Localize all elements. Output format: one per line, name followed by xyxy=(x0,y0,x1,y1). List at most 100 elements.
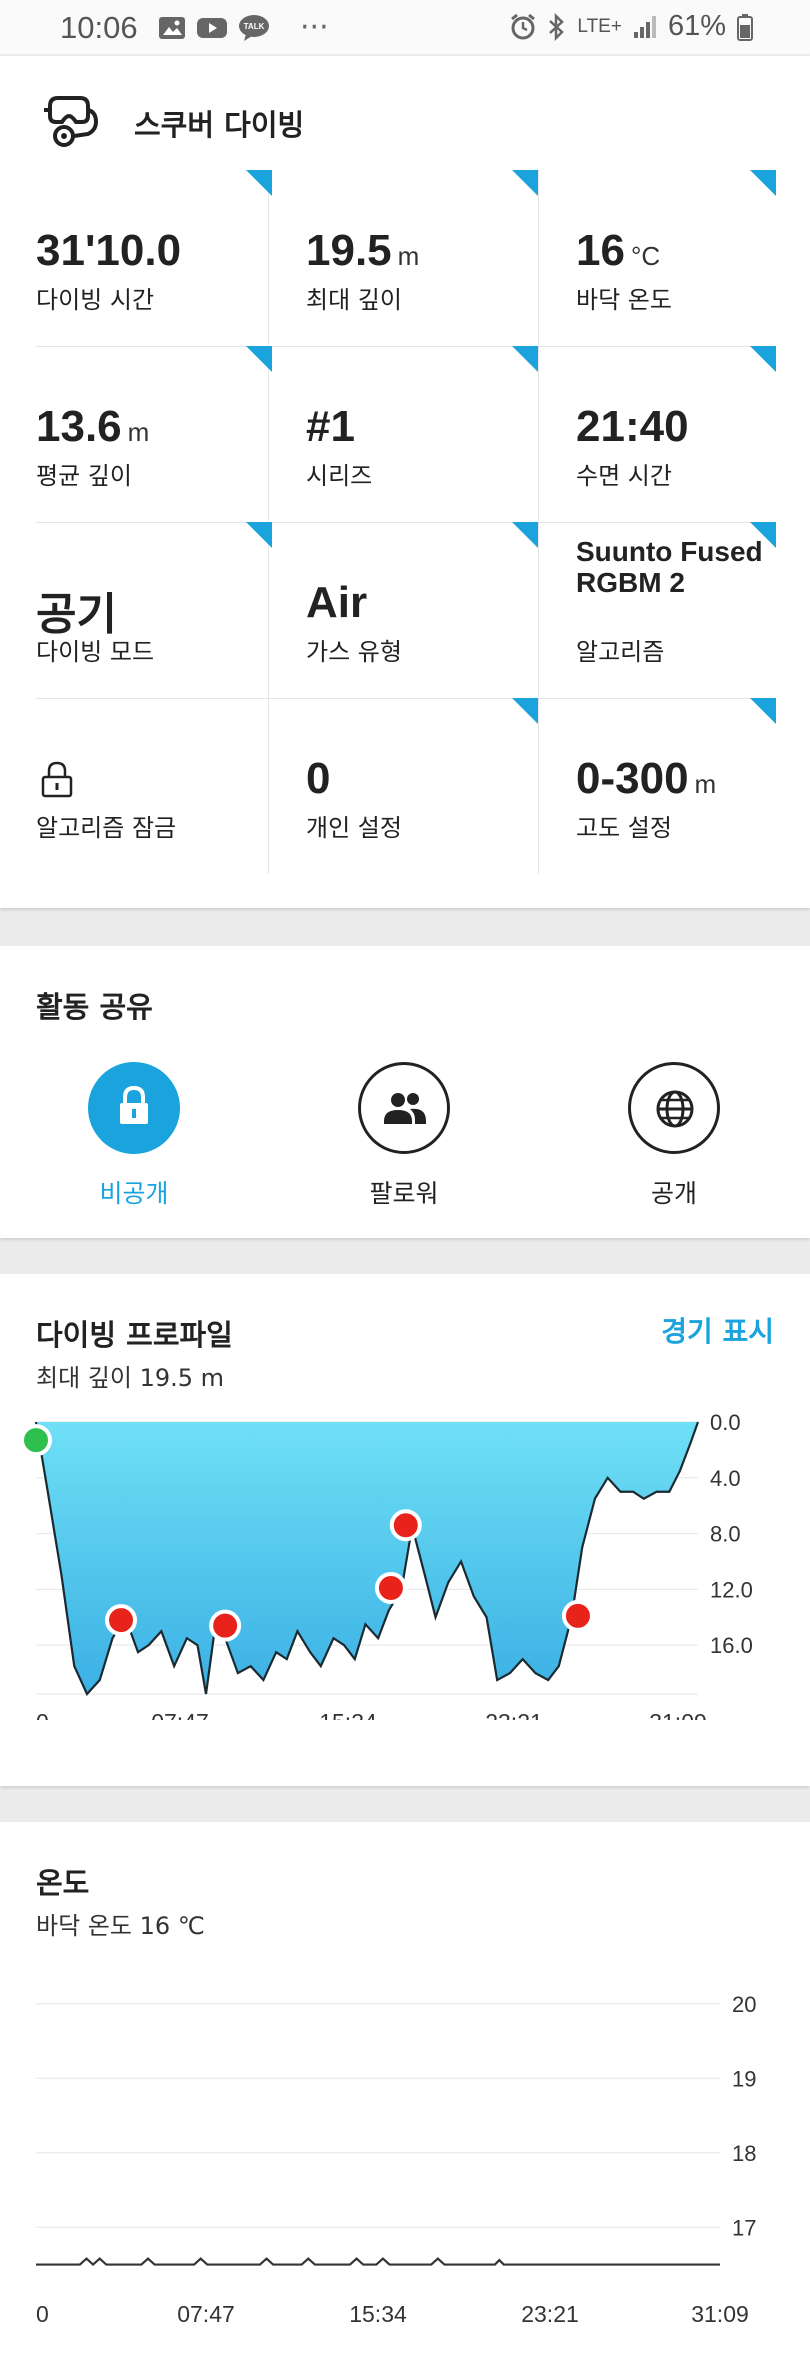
stat-unit: m xyxy=(694,769,717,799)
stat-value: 21:40 xyxy=(576,402,689,451)
stat-algorithm[interactable]: Suunto Fused RGBM 2 알고리즘 xyxy=(576,522,776,698)
battery-percent: 61% xyxy=(667,10,726,42)
edit-corner-icon xyxy=(512,522,538,548)
edit-corner-icon xyxy=(246,522,272,548)
alarm-icon xyxy=(511,13,536,39)
stat-altitude-setting[interactable]: 0-300 m 고도 설정 xyxy=(576,698,776,874)
stat-label: 알고리즘 xyxy=(576,638,665,666)
share-option-public[interactable]: 공개 xyxy=(584,1062,764,1208)
temperature-chart[interactable]: 20 19 18 17 0 07:47 15:34 23:21 31:09 xyxy=(0,1948,810,2368)
stat-algorithm-lock[interactable]: 알고리즘 잠금 xyxy=(36,698,268,874)
dive-event-marker xyxy=(561,1599,594,1632)
stat-value: 19.5 xyxy=(306,226,392,275)
stat-avg-depth[interactable]: 13.6 m 평균 깊이 xyxy=(36,346,272,522)
y-tick-label: 8.0 xyxy=(710,1522,741,1547)
stat-bottom-temp[interactable]: 16 °C 바닥 온도 xyxy=(576,170,776,346)
status-time: 10:06 xyxy=(60,10,138,45)
y-tick-label: 20 xyxy=(732,1992,756,2017)
dive-event-marker xyxy=(105,1604,138,1637)
stats-grid: 31'10.0 다이빙 시간 19.5 m 최대 깊이 16 °C 바닥 온도 13… xyxy=(36,170,776,874)
share-title: 활동 공유 xyxy=(36,990,153,1024)
profile-subtitle: 최대 깊이 19.5 m xyxy=(36,1364,225,1392)
youtube-icon xyxy=(197,18,227,38)
edit-corner-icon xyxy=(246,170,272,196)
summary-card: 스쿠버 다이빙 31'10.0 다이빙 시간 19.5 m 최대 깊이 16 °C … xyxy=(0,56,810,908)
y-tick-label: 19 xyxy=(732,2066,756,2091)
stat-dive-mode[interactable]: 공기 다이빙 모드 xyxy=(36,522,272,698)
dive-profile-chart[interactable]: 0.0 4.0 8.0 12.0 16.0 0 07:47 15:34 23:21 31:09 xyxy=(0,1400,810,1720)
status-right: LTE+ 61% xyxy=(509,10,754,43)
y-tick-label: 17 xyxy=(732,2215,756,2240)
show-workout-link[interactable]: 경기 표시 xyxy=(661,1310,774,1350)
stat-max-depth[interactable]: 19.5 m 최대 깊이 xyxy=(306,170,538,346)
edit-corner-icon xyxy=(512,170,538,196)
stat-series[interactable]: #1 시리즈 xyxy=(306,346,538,522)
temperature-subtitle: 바닥 온도 16 ℃ xyxy=(36,1912,205,1940)
stat-unit: m xyxy=(397,241,420,271)
y-tick-label: 4.0 xyxy=(710,1466,741,1491)
stat-gas-type[interactable]: Air 가스 유형 xyxy=(306,522,538,698)
x-tick-label: 0 xyxy=(36,2301,49,2327)
stat-label: 수면 시간 xyxy=(576,462,672,490)
edit-corner-icon xyxy=(512,346,538,372)
signal-icon xyxy=(633,15,656,38)
share-public-button[interactable] xyxy=(628,1062,720,1154)
edit-corner-icon xyxy=(750,170,776,196)
edit-corner-icon xyxy=(750,346,776,372)
status-left-icons: TALK ··· xyxy=(158,10,329,45)
stat-label: 바닥 온도 xyxy=(576,286,672,314)
y-tick-label: 18 xyxy=(732,2141,756,2166)
share-option-followers[interactable]: 팔로워 xyxy=(314,1062,494,1208)
x-tick-label: 15:34 xyxy=(319,1709,377,1720)
stat-label: 최대 깊이 xyxy=(306,286,402,314)
network-type: LTE+ xyxy=(577,15,622,37)
globe-icon xyxy=(656,1090,694,1128)
stat-unit: °C xyxy=(630,241,661,271)
share-card: 활동 공유 비공개 팔로워 공개 xyxy=(0,946,810,1238)
share-option-label: 공개 xyxy=(650,1179,697,1208)
share-option-private[interactable]: 비공개 xyxy=(44,1062,224,1208)
y-tick-label: 0.0 xyxy=(710,1410,741,1435)
stat-label: 시리즈 xyxy=(306,462,373,490)
stat-label: 알고리즘 잠금 xyxy=(36,814,177,842)
battery-icon xyxy=(737,13,753,41)
share-option-label: 비공개 xyxy=(99,1179,169,1208)
more-icon: ··· xyxy=(300,10,329,45)
stat-label: 평균 깊이 xyxy=(36,462,132,490)
temperature-line xyxy=(36,2257,720,2267)
dive-start-marker xyxy=(20,1424,52,1457)
stat-value: Suunto Fused RGBM 2 xyxy=(576,536,763,598)
edit-corner-icon xyxy=(246,346,272,372)
stat-label: 다이빙 시간 xyxy=(36,286,155,314)
temperature-card: 온도 바닥 온도 16 ℃ 20 19 18 17 0 07:47 15:34 23:21 31… xyxy=(0,1822,810,2370)
x-tick-label: 31:09 xyxy=(649,1709,707,1720)
stat-label: 고도 설정 xyxy=(576,814,672,842)
people-icon xyxy=(384,1093,426,1124)
profile-title: 다이빙 프로파일 xyxy=(36,1318,233,1352)
share-option-label: 팔로워 xyxy=(369,1179,439,1208)
edit-corner-icon xyxy=(512,698,538,724)
stat-unit: m xyxy=(127,417,150,447)
stat-label: 가스 유형 xyxy=(306,638,402,666)
scuba-mask-icon xyxy=(44,96,99,147)
share-followers-button[interactable] xyxy=(358,1062,450,1154)
y-tick-label: 16.0 xyxy=(710,1633,753,1658)
share-private-button[interactable] xyxy=(88,1062,180,1154)
stat-dive-time[interactable]: 31'10.0 다이빙 시간 xyxy=(36,170,272,346)
svg-text:TALK: TALK xyxy=(244,22,265,31)
x-tick-label: 23:21 xyxy=(521,2301,579,2327)
stat-value: 31'10.0 xyxy=(36,226,182,275)
depth-area xyxy=(36,1422,698,1694)
temperature-title: 온도 xyxy=(36,1866,90,1900)
stat-surface-time[interactable]: 21:40 수면 시간 xyxy=(576,346,776,522)
y-tick-label: 12.0 xyxy=(710,1577,753,1602)
stat-value: 0 xyxy=(306,754,331,803)
stat-value: 0-300 xyxy=(576,754,689,803)
bluetooth-icon xyxy=(549,12,565,41)
stat-personal-setting[interactable]: 0 개인 설정 xyxy=(306,698,538,874)
dive-event-marker xyxy=(374,1571,407,1604)
dive-event-marker xyxy=(389,1509,422,1542)
stat-value: 16 xyxy=(576,226,625,275)
x-tick-label: 31:09 xyxy=(691,2301,749,2327)
stat-value: Air xyxy=(306,578,368,627)
